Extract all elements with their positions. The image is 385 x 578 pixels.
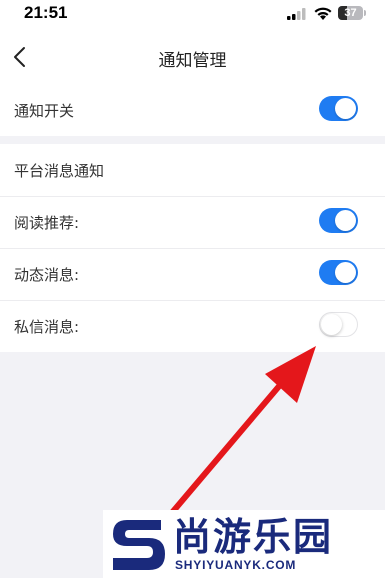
watermark-title: 尚游乐园 (173, 515, 334, 559)
watermark: 尚游乐园 SHYIYUANYK.COM (103, 510, 385, 578)
red-arrow-annotation (167, 346, 316, 518)
watermark-logo-icon (113, 520, 165, 570)
watermark-subtitle: SHYIYUANYK.COM (175, 558, 297, 572)
